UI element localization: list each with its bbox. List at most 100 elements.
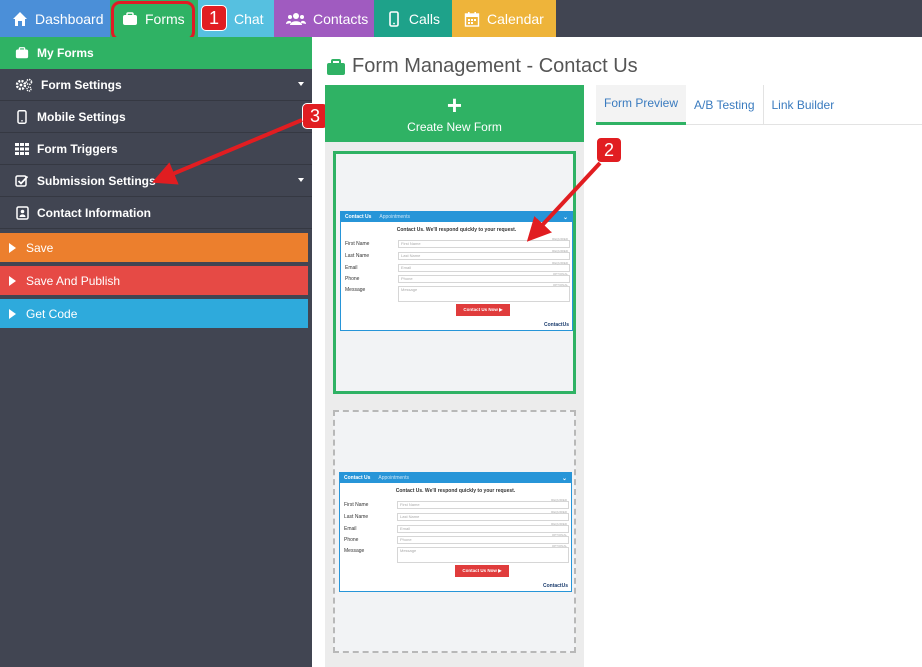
- field-label: Phone: [344, 537, 359, 543]
- play-icon: [9, 308, 16, 319]
- preview-field: Last Name Last Name REQUIRED: [344, 510, 569, 523]
- tab-calls[interactable]: Calls: [374, 0, 452, 37]
- calendar-icon: [464, 11, 480, 27]
- field-label: Email: [344, 526, 357, 532]
- tab-calendar-label: Calendar: [487, 10, 544, 27]
- briefcase-icon: [122, 11, 138, 27]
- field-input: First Name: [398, 240, 570, 248]
- play-icon: [9, 275, 16, 286]
- field-required: OPTIONAL: [551, 544, 567, 548]
- save-and-publish-label: Save And Publish: [26, 273, 121, 288]
- plus-icon: +: [446, 89, 463, 120]
- preview-field: Message Message OPTIONAL: [345, 283, 570, 302]
- preview-field: First Name First Name REQUIRED: [344, 498, 569, 511]
- tab-contacts[interactable]: Contacts: [274, 0, 374, 37]
- tab-dashboard[interactable]: Dashboard: [0, 0, 110, 37]
- sidebar-item-form-settings[interactable]: Form Settings: [0, 69, 312, 101]
- briefcase-icon: [326, 58, 346, 76]
- tab-form-preview[interactable]: Form Preview: [596, 84, 687, 125]
- field-label: Last Name: [345, 253, 370, 259]
- tab-forms[interactable]: Forms: [110, 0, 198, 37]
- caret-down-icon: [298, 82, 304, 86]
- save-button[interactable]: Save: [0, 233, 308, 262]
- sidebar-item-my-forms[interactable]: My Forms: [0, 37, 312, 69]
- tab-link-builder[interactable]: Link Builder: [764, 85, 843, 125]
- play-icon: [9, 242, 16, 253]
- create-new-form-button[interactable]: + Create New Form: [325, 85, 584, 142]
- create-new-form-label: Create New Form: [407, 119, 502, 134]
- gears-icon: [15, 78, 33, 92]
- preview-intro: Contact Us. We'll respond quickly to you…: [396, 227, 517, 233]
- preview-submit-button: Contact Us Now ▶: [455, 565, 509, 577]
- sidebar-item-label: My Forms: [37, 46, 94, 60]
- form-preview-thumbnail: Contact Us Appointments ⌄ Contact Us. We…: [340, 211, 573, 331]
- field-required: REQUIRED: [551, 522, 567, 526]
- preview-tabs: Form Preview A/B Testing Link Builder: [596, 84, 922, 125]
- sidebar-item-label: Form Triggers: [37, 141, 118, 156]
- preview-field: Phone Phone OPTIONAL: [345, 272, 570, 285]
- field-input: Message: [397, 547, 569, 563]
- preview-submit-button: Contact Us Now ▶: [456, 304, 510, 316]
- checkbox-icon: [15, 174, 29, 188]
- preview-field: Message Message OPTIONAL: [344, 544, 569, 563]
- get-code-button[interactable]: Get Code: [0, 299, 308, 328]
- chevron-down-icon: ⌄: [562, 214, 568, 221]
- preview-tab-appointments: Appointments: [379, 214, 410, 220]
- annotation-badge-2: 2: [596, 137, 622, 163]
- form-variant-card-selected[interactable]: Contact Us Appointments ⌄ Contact Us. We…: [333, 151, 576, 394]
- preview-intro: Contact Us. We'll respond quickly to you…: [395, 488, 516, 494]
- field-label: Email: [345, 265, 358, 271]
- tab-calls-label: Calls: [408, 10, 440, 27]
- preview-tab-contact: Contact Us: [344, 475, 371, 481]
- caret-down-icon: [298, 178, 304, 182]
- field-required: REQUIRED: [552, 261, 568, 265]
- field-label: First Name: [345, 241, 370, 247]
- sidebar-item-mobile-settings[interactable]: Mobile Settings: [0, 101, 312, 133]
- mobile-icon: [15, 109, 29, 124]
- tab-dashboard-label: Dashboard: [35, 10, 104, 27]
- preview-tab-contact: Contact Us: [345, 214, 372, 220]
- briefcase-icon: [15, 46, 29, 60]
- tab-ab-testing[interactable]: A/B Testing: [686, 84, 764, 125]
- sidebar-item-label: Mobile Settings: [37, 109, 126, 124]
- sidebar-item-submission-settings[interactable]: Submission Settings: [0, 165, 312, 197]
- home-icon: [12, 11, 28, 27]
- field-label: Last Name: [344, 514, 369, 520]
- field-input: Email: [397, 525, 569, 533]
- save-button-label: Save: [26, 240, 54, 255]
- contact-card-icon: [15, 205, 29, 220]
- form-variant-card[interactable]: Contact Us Appointments ⌄ Contact Us. We…: [333, 410, 576, 653]
- preview-header: Contact Us Appointments ⌄: [341, 212, 572, 222]
- sidebar: My Forms Form Settings Mobile Settings F…: [0, 37, 312, 667]
- preview-field: Email Email REQUIRED: [345, 261, 570, 274]
- preview-field: Last Name Last Name REQUIRED: [345, 249, 570, 262]
- field-required: OPTIONAL: [552, 272, 568, 276]
- preview-field: First Name First Name REQUIRED: [345, 237, 570, 250]
- chevron-down-icon: ⌄: [561, 475, 567, 482]
- tab-contacts-label: Contacts: [313, 10, 369, 27]
- preview-tab-appointments: Appointments: [378, 475, 409, 481]
- top-nav: Dashboard Forms Chat Contacts Calls Cale…: [0, 0, 922, 37]
- field-input: Last Name: [397, 513, 569, 521]
- field-required: REQUIRED: [552, 249, 568, 253]
- field-input: First Name: [397, 501, 569, 509]
- contactus-logo: ContactUs: [543, 322, 569, 328]
- tab-forms-label: Forms: [145, 10, 185, 27]
- sidebar-item-contact-information[interactable]: Contact Information: [0, 197, 312, 229]
- field-label: Message: [345, 287, 366, 293]
- field-input: Phone: [397, 536, 569, 544]
- sidebar-item-form-triggers[interactable]: Form Triggers: [0, 133, 312, 165]
- sidebar-item-label: Form Settings: [41, 77, 122, 92]
- tab-calendar[interactable]: Calendar: [452, 0, 556, 37]
- field-required: OPTIONAL: [552, 283, 568, 287]
- field-input: Message: [398, 286, 570, 302]
- preview-field: Email Email REQUIRED: [344, 522, 569, 535]
- field-label: Message: [344, 548, 365, 554]
- field-label: First Name: [344, 502, 369, 508]
- annotation-badge-1: 1: [201, 5, 227, 31]
- preview-field: Phone Phone OPTIONAL: [344, 533, 569, 546]
- form-preview-thumbnail: Contact Us Appointments ⌄ Contact Us. We…: [339, 472, 572, 592]
- field-input: Last Name: [398, 252, 570, 260]
- save-and-publish-button[interactable]: Save And Publish: [0, 266, 308, 295]
- contactus-logo: ContactUs: [542, 583, 568, 589]
